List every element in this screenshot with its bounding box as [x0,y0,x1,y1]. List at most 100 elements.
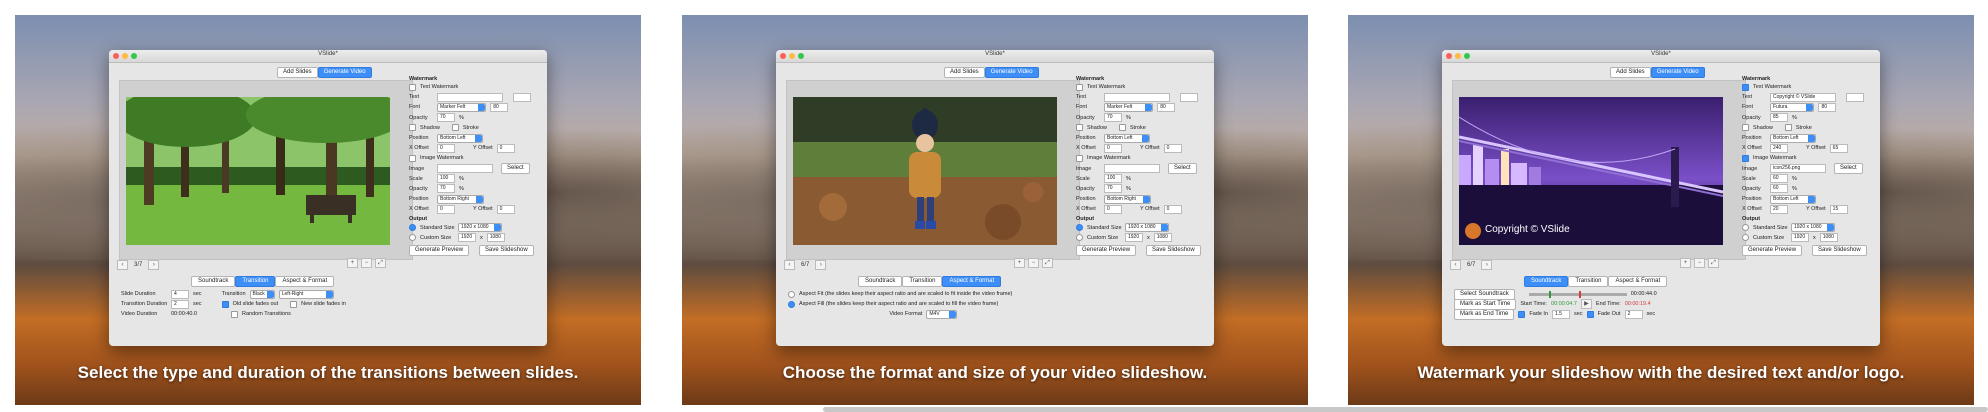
generate-video-button[interactable]: Generate Video [1650,67,1705,78]
image-position-select[interactable]: Bottom Right [1104,194,1151,204]
image-x-offset-field[interactable]: 20 [1770,204,1788,214]
text-position-select[interactable]: Bottom Left [437,133,483,143]
add-icon[interactable]: + [1014,258,1025,268]
image-position-select[interactable]: Bottom Right [437,194,484,204]
scale-field[interactable]: 100 [437,174,455,184]
standard-size-select[interactable]: 1920 x 1080 [1125,223,1169,233]
next-slide-button[interactable]: › [815,260,827,270]
text-x-offset-field[interactable]: 240 [1770,143,1788,153]
image-watermark-checkbox[interactable] [1076,154,1083,162]
slide-duration-field[interactable]: 4 [171,289,189,299]
transition-type-select[interactable]: Black [249,289,275,299]
transition-direction-select[interactable]: Left-Right [278,289,335,299]
image-opacity-field[interactable]: 70 [437,184,455,194]
image-path-field[interactable] [437,164,493,174]
custom-size-radio[interactable] [1742,234,1749,242]
custom-height-field[interactable]: 1080 [1819,233,1838,243]
image-watermark-checkbox[interactable] [1742,154,1749,162]
transition-duration-field[interactable]: 2 [171,299,189,309]
text-watermark-checkbox[interactable] [1076,83,1083,91]
horizontal-scrollbar[interactable] [823,407,1988,412]
add-slides-button[interactable]: Add Slides [1610,67,1651,78]
previous-slide-button[interactable]: ‹ [117,260,128,270]
random-transitions-checkbox[interactable] [231,310,238,318]
standard-size-radio[interactable] [1076,224,1083,232]
select-image-button[interactable]: Select [1168,163,1197,175]
text-y-offset-field[interactable]: 0 [496,143,515,153]
fullscreen-icon[interactable]: ⤢ [1042,258,1053,268]
image-watermark-checkbox[interactable] [409,154,416,162]
remove-icon[interactable]: − [1694,258,1705,268]
tab-aspect-format[interactable]: Aspect & Format [942,276,1002,287]
tab-soundtrack[interactable]: Soundtrack [191,276,236,287]
text-y-offset-field[interactable]: 65 [1829,143,1848,153]
generate-preview-button[interactable]: Generate Preview [1076,244,1137,256]
text-x-offset-field[interactable]: 0 [1104,143,1122,153]
font-select[interactable]: Marker Felt [1104,102,1154,112]
add-icon[interactable]: + [347,258,358,268]
image-path-field[interactable]: icon256.png [1770,164,1826,174]
add-slides-button[interactable]: Add Slides [277,67,318,78]
tab-transition[interactable]: Transition [235,276,276,287]
save-slideshow-button[interactable]: Save Slideshow [1146,244,1201,256]
next-slide-button[interactable]: › [148,260,160,270]
tab-transition[interactable]: Transition [902,276,943,287]
text-position-select[interactable]: Bottom Left [1104,133,1150,143]
tab-soundtrack[interactable]: Soundtrack [1524,276,1569,287]
new-slide-fades-checkbox[interactable] [290,300,298,308]
stroke-checkbox[interactable] [1118,124,1126,132]
fade-out-checkbox[interactable] [1586,310,1594,318]
image-path-field[interactable] [1104,164,1160,174]
fullscreen-icon[interactable]: ⤢ [375,258,386,268]
custom-height-field[interactable]: 1080 [1153,233,1172,243]
next-slide-button[interactable]: › [1481,260,1493,270]
opacity-field[interactable]: 85 [1770,113,1788,123]
generate-preview-button[interactable]: Generate Preview [409,244,470,256]
text-y-offset-field[interactable]: 0 [1163,143,1182,153]
image-x-offset-field[interactable]: 0 [1104,204,1122,214]
select-image-button[interactable]: Select [501,163,530,175]
font-size-field[interactable]: 80 [490,102,509,112]
text-color-well[interactable] [513,92,531,102]
aspect-fill-radio[interactable] [788,300,795,308]
fade-out-field[interactable]: 2 [1624,309,1643,319]
standard-size-select[interactable]: 1920 x 1080 [458,223,502,233]
custom-width-field[interactable]: 1920 [458,233,476,243]
shadow-checkbox[interactable] [409,124,416,132]
old-slide-fades-checkbox[interactable] [221,300,229,308]
tab-aspect-format[interactable]: Aspect & Format [1608,276,1668,287]
image-y-offset-field[interactable]: 0 [1163,204,1182,214]
play-icon[interactable]: ▶ [1580,299,1592,309]
image-x-offset-field[interactable]: 0 [437,204,455,214]
font-select[interactable]: Marker Felt [437,102,487,112]
opacity-field[interactable]: 70 [1104,113,1122,123]
font-select[interactable]: Futura [1770,102,1815,112]
opacity-field[interactable]: 70 [437,113,455,123]
image-position-select[interactable]: Bottom Left [1770,194,1816,204]
save-slideshow-button[interactable]: Save Slideshow [1812,244,1867,256]
font-size-field[interactable]: 80 [1157,102,1176,112]
previous-slide-button[interactable]: ‹ [784,260,795,270]
aspect-fit-radio[interactable] [788,290,795,298]
watermark-text-field[interactable] [437,92,503,102]
select-soundtrack-button[interactable]: Select Soundtrack [1454,288,1515,300]
image-opacity-field[interactable]: 70 [1104,184,1122,194]
custom-width-field[interactable]: 1920 [1125,233,1143,243]
generate-video-button[interactable]: Generate Video [317,67,372,78]
stroke-checkbox[interactable] [1784,124,1792,132]
add-slides-button[interactable]: Add Slides [944,67,985,78]
standard-size-radio[interactable] [1742,224,1749,232]
image-y-offset-field[interactable]: 15 [1829,204,1848,214]
previous-slide-button[interactable]: ‹ [1450,260,1461,270]
custom-height-field[interactable]: 1080 [486,233,505,243]
fade-in-checkbox[interactable] [1518,310,1526,318]
scale-field[interactable]: 100 [1104,174,1122,184]
custom-width-field[interactable]: 1920 [1791,233,1809,243]
watermark-text-field[interactable] [1104,92,1170,102]
text-watermark-checkbox[interactable] [1742,83,1749,91]
custom-size-radio[interactable] [1076,234,1083,242]
watermark-text-field[interactable]: Copyright © VSlide [1770,92,1836,102]
image-opacity-field[interactable]: 60 [1770,184,1788,194]
stroke-checkbox[interactable] [451,124,459,132]
scale-field[interactable]: 60 [1770,174,1788,184]
